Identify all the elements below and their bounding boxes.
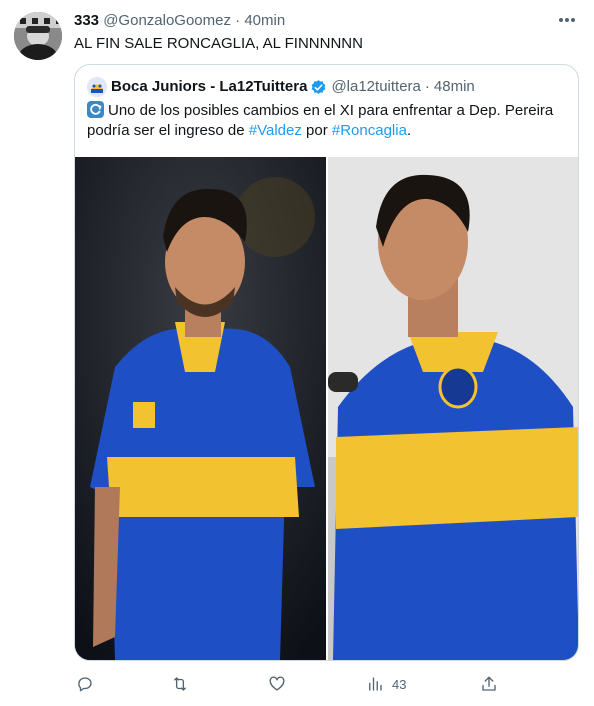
reply-button[interactable] — [76, 672, 94, 696]
quoted-author-name[interactable]: Boca Juniors - La12Tuittera — [111, 77, 307, 97]
quoted-separator: · — [424, 78, 430, 95]
timestamp[interactable]: 40min — [244, 12, 285, 29]
quoted-text-part2: por — [301, 122, 332, 139]
views-button[interactable]: 43 — [366, 672, 406, 696]
avatar[interactable] — [14, 12, 62, 60]
tweet[interactable]: 333 @GonzaloGoomez · 40min AL FIN SALE R… — [0, 0, 594, 706]
quoted-header: Boca Juniors - La12Tuittera @la12tuitter… — [87, 77, 475, 97]
quoted-timestamp[interactable]: 48min — [434, 77, 475, 97]
action-bar: 43 — [74, 672, 544, 696]
quoted-tweet[interactable]: Boca Juniors - La12Tuittera @la12tuitter… — [74, 64, 579, 661]
more-icon[interactable] — [556, 10, 578, 30]
separator: · — [235, 12, 241, 29]
quoted-text-part3: . — [406, 122, 412, 139]
author-handle[interactable]: @GonzaloGoomez — [103, 12, 231, 29]
refresh-emoji-icon — [87, 101, 104, 118]
like-button[interactable] — [268, 672, 286, 696]
reply-icon — [78, 677, 92, 692]
hashtag-roncaglia[interactable]: #Roncaglia — [332, 122, 407, 139]
retweet-icon — [173, 677, 187, 691]
tweet-text: AL FIN SALE RONCAGLIA, AL FINNNNNN — [74, 35, 363, 52]
share-button[interactable] — [480, 672, 498, 696]
hashtag-valdez[interactable]: #Valdez — [249, 122, 302, 139]
like-icon — [269, 676, 285, 691]
quoted-author-handle[interactable]: @la12tuittera — [331, 77, 420, 97]
views-icon — [369, 677, 382, 691]
quoted-avatar[interactable] — [87, 77, 107, 97]
photo-player-left[interactable] — [75, 157, 326, 660]
views-count: 43 — [392, 676, 407, 692]
retweet-button[interactable] — [171, 672, 189, 696]
tweet-header: 333 @GonzaloGoomez · 40min — [74, 11, 285, 31]
photo-player-right[interactable] — [327, 157, 578, 660]
media-grid — [75, 157, 578, 660]
verified-icon — [310, 79, 327, 96]
share-icon — [482, 676, 496, 691]
quoted-text: Uno de los posibles cambios en el XI par… — [87, 101, 567, 141]
author-name[interactable]: 333 — [74, 12, 99, 29]
